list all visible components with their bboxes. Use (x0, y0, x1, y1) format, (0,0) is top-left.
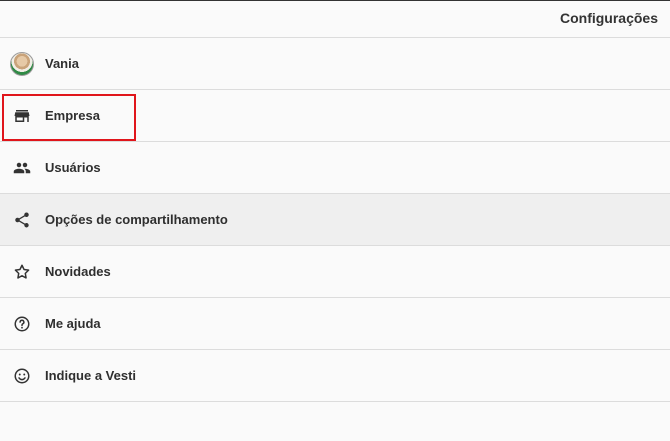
settings-list: Vania Empresa Usuários Opções de compart… (0, 38, 670, 402)
settings-item-profile[interactable]: Vania (0, 38, 670, 90)
settings-item-compartilhamento[interactable]: Opções de compartilhamento (0, 194, 670, 246)
settings-item-label: Opções de compartilhamento (45, 212, 228, 227)
highlight-box (2, 94, 136, 141)
page-header: Configurações (0, 1, 670, 38)
users-icon (10, 156, 34, 180)
settings-item-label: Vania (45, 56, 79, 71)
settings-item-novidades[interactable]: Novidades (0, 246, 670, 298)
avatar (10, 51, 34, 76)
settings-item-label: Novidades (45, 264, 111, 279)
settings-item-label: Indique a Vesti (45, 368, 137, 383)
settings-item-indique[interactable]: Indique a Vesti (0, 350, 670, 402)
help-icon (10, 312, 34, 336)
smile-icon (10, 364, 34, 388)
share-icon (10, 208, 34, 232)
page-title: Configurações (559, 10, 658, 26)
settings-item-label: Me ajuda (45, 316, 101, 331)
settings-item-label: Usuários (45, 160, 101, 175)
star-icon (10, 260, 34, 284)
settings-item-ajuda[interactable]: Me ajuda (0, 298, 670, 350)
settings-item-usuarios[interactable]: Usuários (0, 142, 670, 194)
